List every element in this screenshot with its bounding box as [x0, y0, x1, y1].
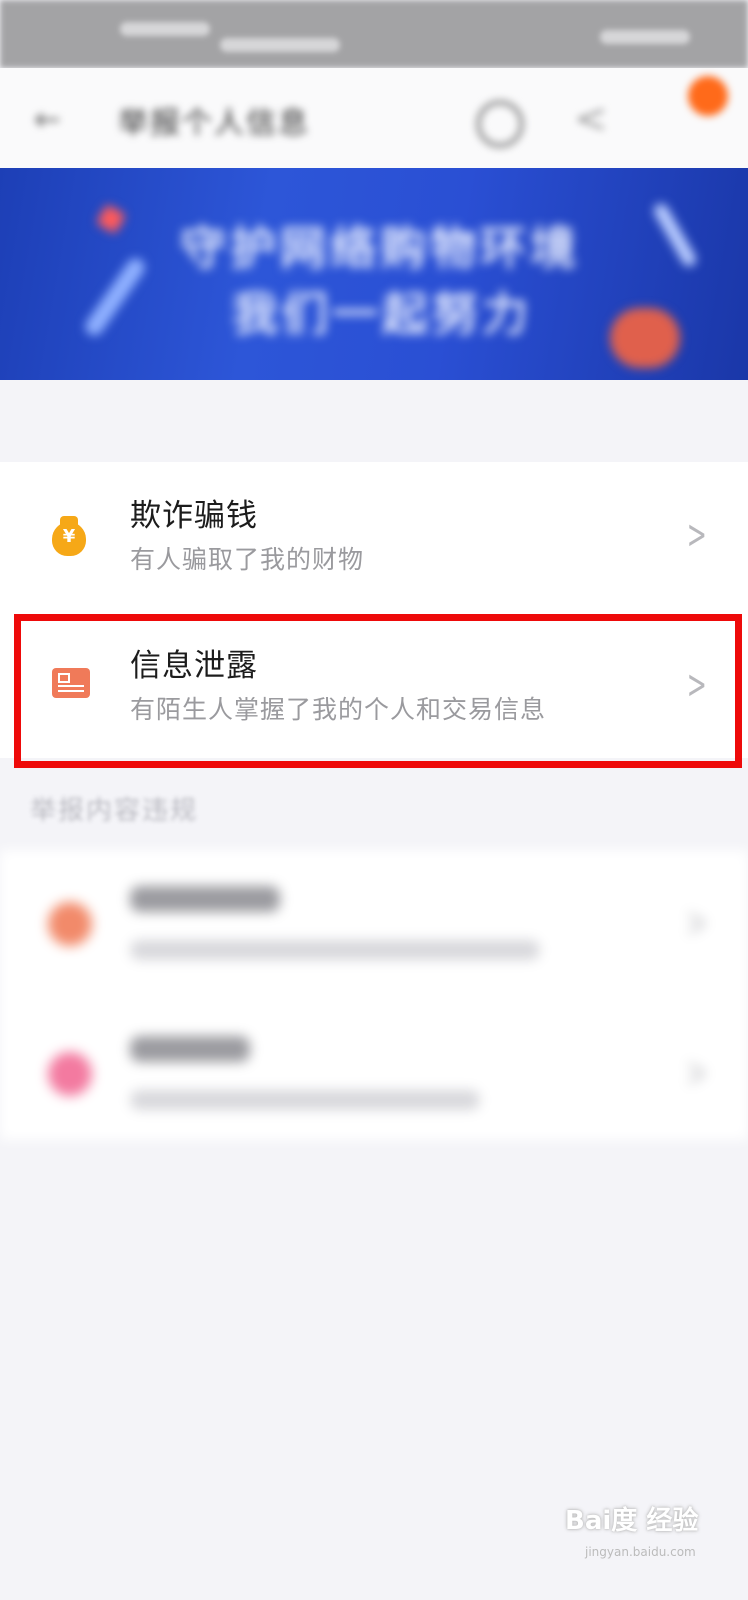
banner-headline: 守护网络购物环境 [180, 221, 580, 275]
share-icon[interactable]: < [574, 96, 608, 142]
list-item-description: 有人骗取了我的财物 [130, 545, 365, 574]
arrow-left-icon[interactable]: ← [34, 102, 68, 136]
banner-decoration [651, 201, 699, 269]
banner-illustration [610, 308, 680, 368]
blurred-category-icon [48, 902, 92, 946]
chevron-right-icon: > [687, 900, 708, 946]
banner-decoration [81, 254, 149, 340]
feedback-icon[interactable] [476, 100, 524, 148]
highlight-box [14, 614, 742, 768]
list-item-blurred[interactable]: > [0, 1000, 748, 1150]
content-report-card: > > [0, 850, 748, 1140]
list-item-blurred[interactable]: > [0, 850, 748, 1000]
blurred-category-icon [48, 1052, 92, 1096]
list-item-title: 欺诈骗钱 [130, 498, 258, 534]
list-item-fraud[interactable]: ¥ 欺诈骗钱 有人骗取了我的财物 > [0, 462, 748, 612]
notification-badge[interactable] [688, 76, 728, 116]
baidu-watermark-logo: Bai度 经验 [565, 1506, 699, 1536]
chevron-right-icon: > [687, 1050, 708, 1096]
watermark-url: jingyan.baidu.com [585, 1545, 696, 1559]
section-header-content: 举报内容违规 [30, 796, 199, 826]
page-title: 举报个人信息 [118, 106, 310, 141]
status-bar [0, 0, 748, 68]
banner-subheadline: 我们一起努力 [232, 287, 532, 341]
promo-banner[interactable]: 守护网络购物环境 我们一起努力 [0, 168, 748, 380]
chevron-right-icon: > [687, 512, 708, 558]
banner-decoration [95, 203, 127, 235]
top-navigation-bar: ← 举报个人信息 < [0, 68, 748, 168]
money-bag-icon: ¥ [52, 516, 94, 558]
